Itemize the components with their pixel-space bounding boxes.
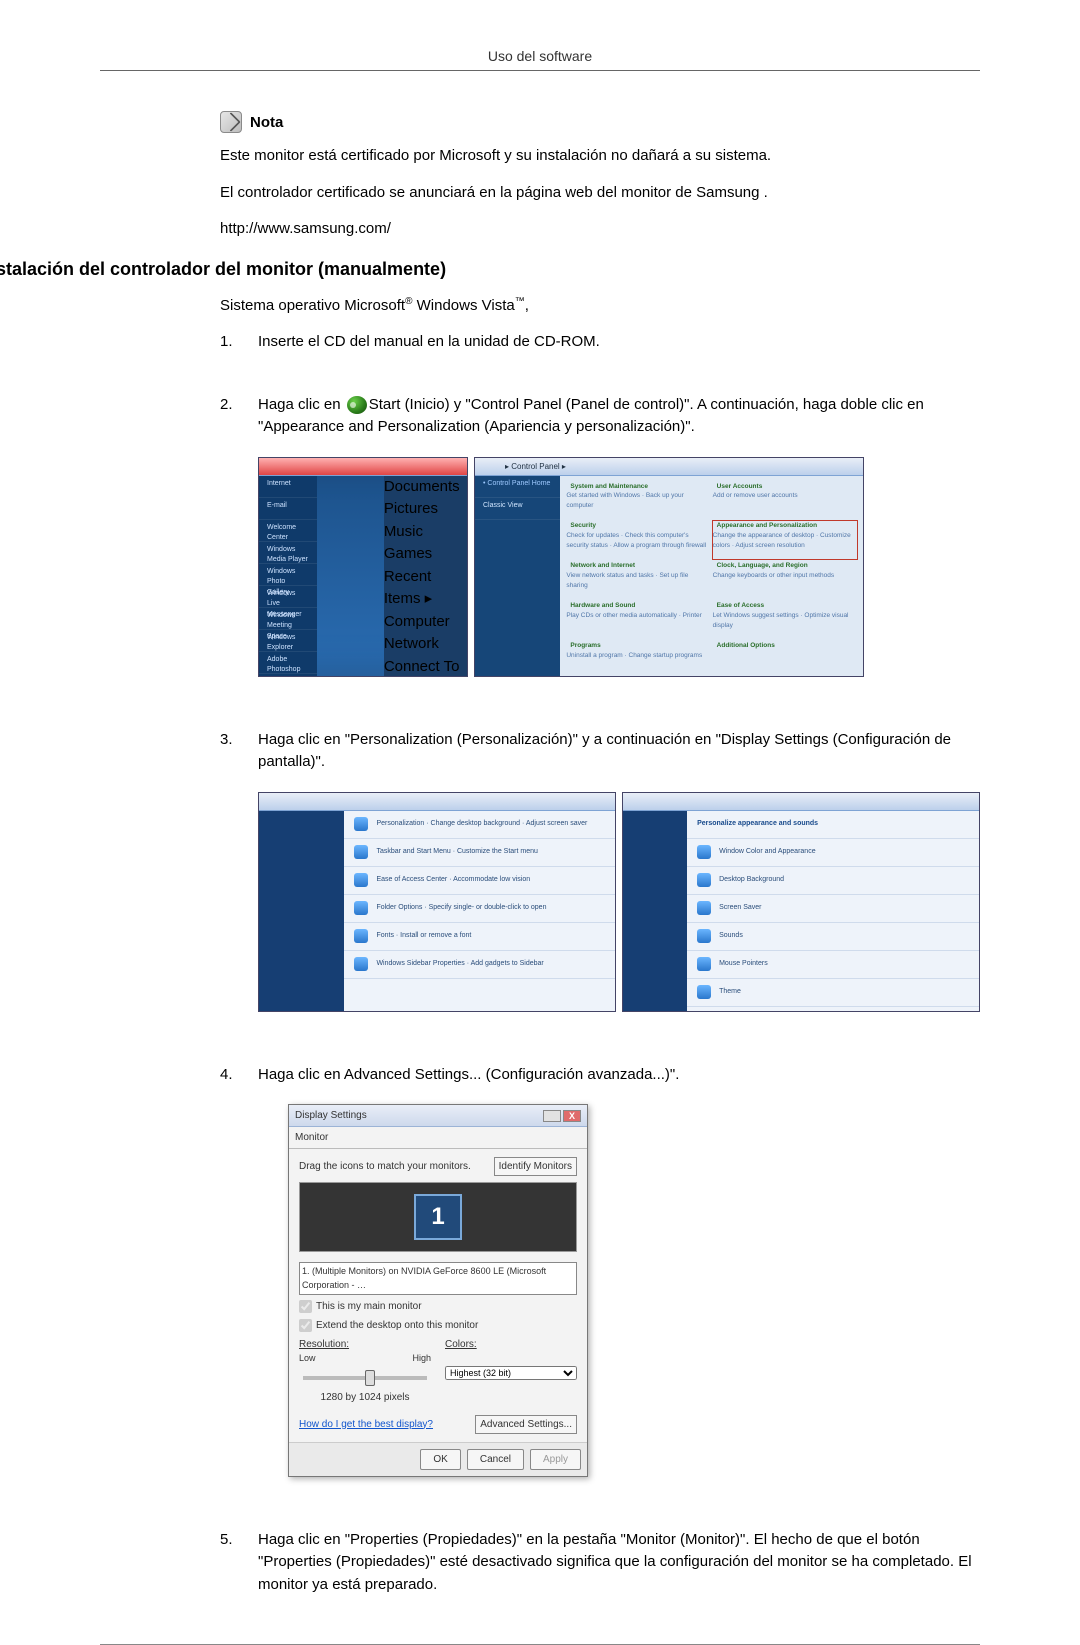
chk-label: Extend the desktop onto this monitor [316,1318,478,1333]
screenshot-control-panel: ▸ Control Panel ▸ • Control Panel Home C… [474,457,864,677]
start-left-pane: InternetE-mailWelcome Center Windows Med… [259,476,317,676]
cancel-button[interactable]: Cancel [467,1449,524,1470]
cp-catsub: View network status and tasks · Set up f… [566,571,710,591]
cp-cat: Security [570,522,596,529]
screenshot-start-menu: InternetE-mailWelcome Center Windows Med… [258,457,468,677]
os-prefix: Sistema operativo Microsoft [220,297,405,314]
cp-cat: System and Maintenance [570,483,648,490]
cp-cat: User Accounts [717,483,763,490]
cp-catsub: Check for updates · Check this computer'… [566,531,710,551]
cp-breadcrumb: ▸ Control Panel ▸ [505,461,566,473]
advanced-settings-button[interactable]: Advanced Settings... [475,1415,577,1434]
step-5: 5 Haga clic en "Properties (Propiedades)… [220,1529,980,1615]
section-heading: Instalación del controlador del monitor … [0,259,980,280]
screenshot-personalization-2: Personalize appearance and sounds Window… [622,792,980,1012]
resolution-value: 1280 by 1024 pixels [299,1390,431,1405]
step-2: 2 Haga clic en Start (Inicio) y "Control… [220,394,980,707]
ds-title: Display Settings [295,1108,367,1123]
cp-cat: Clock, Language, and Region [717,562,808,569]
resolution-label: Resolution: [299,1339,349,1350]
trademark-mark: ™ [515,296,525,307]
cp-catsub: Change the appearance of desktop · Custo… [713,531,857,551]
ds-tab[interactable]: Monitor [289,1127,587,1149]
step-number: 3 [220,729,240,1042]
cp-sidebar: • Control Panel Home Classic View [475,476,560,676]
help-link[interactable]: How do I get the best display? [299,1417,433,1432]
page-header: Uso del software [488,48,592,64]
cp-catsub: Change keyboards or other input methods [713,571,857,581]
ds-drag-label: Drag the icons to match your monitors. [299,1159,471,1174]
header-rule [100,70,980,71]
step-1: 1 Inserte el CD del manual en la unidad … [220,331,980,372]
cp-main: System and MaintenanceGet started with W… [560,476,863,676]
step-2-text: Haga clic en Start (Inicio) y "Control P… [258,394,980,439]
note-paragraph-2: El controlador certificado se anunciará … [220,182,980,205]
monitor-arrangement[interactable]: 1 [299,1182,577,1252]
screenshot-personalization-1: Personalization · Change desktop backgro… [258,792,616,1012]
step-3: 3 Haga clic en "Personalization (Persona… [220,729,980,1042]
cp-cat: Additional Options [717,642,775,649]
cp-cat: Network and Internet [570,562,635,569]
step-2-text-a: Haga clic en [258,396,345,413]
os-mid: Windows Vista [412,297,514,314]
cp-catsub: Uninstall a program · Change startup pro… [566,651,710,661]
monitor-select[interactable]: 1. (Multiple Monitors) on NVIDIA GeForce… [299,1262,577,1295]
step-4: 4 Haga clic en Advanced Settings... (Con… [220,1064,980,1507]
cp-catsub: Play CDs or other media automatically · … [566,611,710,621]
colors-select[interactable]: Highest (32 bit) [445,1366,577,1380]
step-5-text: Haga clic en "Properties (Propiedades)" … [258,1529,980,1597]
note-paragraph-1: Este monitor está certificado por Micros… [220,145,980,168]
start-right-pane: DocumentsPicturesMusic GamesRecent Items… [384,476,467,676]
slider-low: Low [299,1352,316,1366]
step-number: 5 [220,1529,240,1615]
identify-monitors-button[interactable]: Identify Monitors [494,1157,577,1176]
step-4-text: Haga clic en Advanced Settings... (Confi… [258,1064,980,1087]
note-url: http://www.samsung.com/ [220,218,980,241]
note-icon [220,111,242,133]
extend-desktop-checkbox[interactable]: Extend the desktop onto this monitor [299,1318,577,1333]
screenshot-display-settings: Display Settings X Monitor Drag the icon… [288,1104,588,1477]
apply-button: Apply [530,1449,581,1470]
step-1-text: Inserte el CD del manual en la unidad de… [258,331,980,354]
monitor-1-icon[interactable]: 1 [414,1194,462,1240]
cp-catsub: Get started with Windows · Back up your … [566,491,710,511]
os-suffix: , [525,297,529,314]
resolution-slider[interactable] [303,1376,427,1380]
note-label: Nota [250,114,283,131]
step-number: 2 [220,394,240,707]
main-monitor-checkbox[interactable]: This is my main monitor [299,1299,577,1314]
chk-label: This is my main monitor [316,1299,422,1314]
window-chrome [259,458,467,476]
colors-label: Colors: [445,1339,477,1350]
slider-high: High [412,1352,431,1366]
cp-cat-highlight: Appearance and Personalization [717,522,817,529]
window-chrome: ▸ Control Panel ▸ [475,458,863,476]
window-buttons: X [543,1110,581,1122]
ok-button[interactable]: OK [420,1449,460,1470]
cp-catsub: Let Windows suggest settings · Optimize … [713,611,857,631]
cp-cat: Ease of Access [717,602,764,609]
start-orb-icon [347,396,367,414]
step-3-text: Haga clic en "Personalization (Personali… [258,729,980,774]
os-line: Sistema operativo Microsoft® Windows Vis… [220,294,980,318]
cp-cat: Hardware and Sound [570,602,635,609]
step-number: 1 [220,331,240,372]
cp-catsub: Add or remove user accounts [713,491,857,501]
cp-cat: Programs [570,642,600,649]
step-number: 4 [220,1064,240,1507]
